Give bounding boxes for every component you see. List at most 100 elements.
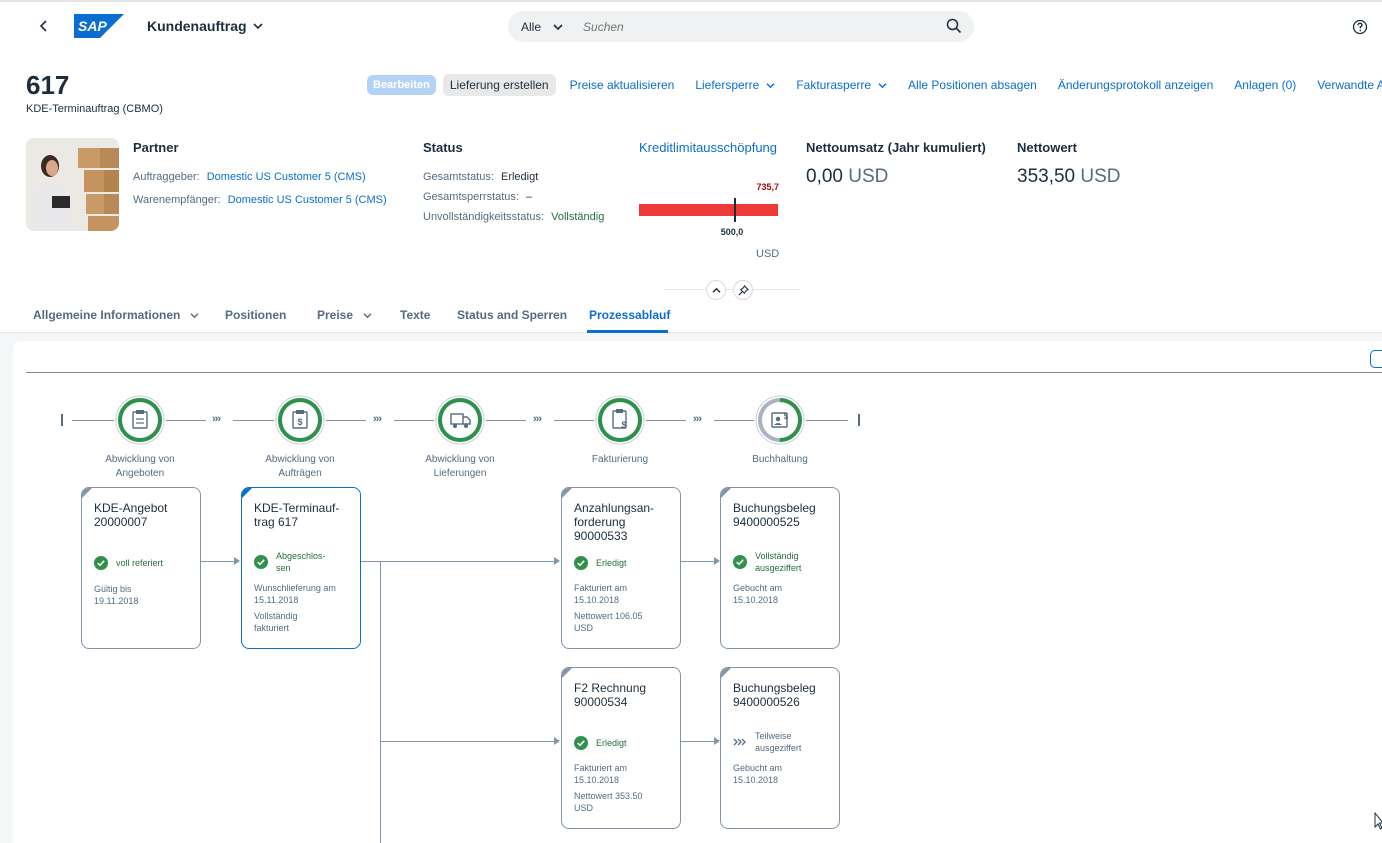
credit-target-marker <box>733 198 736 222</box>
process-node-invoice[interactable]: F2 Rechnung 90000534 Erledigt Fakturiert… <box>561 667 681 829</box>
edit-button[interactable]: Bearbeiten <box>367 75 436 95</box>
tab-process-flow[interactable]: Prozessablauf <box>589 308 670 322</box>
reject-all-items-button[interactable]: Alle Positionen absagen <box>908 78 1037 92</box>
process-node-downpayment-request[interactable]: Anzahlungsan- forderung 90000533 Erledig… <box>561 487 681 649</box>
page-subtitle: KDE-Terminauftrag (CBMO) <box>26 103 163 115</box>
create-delivery-button[interactable]: Lieferung erstellen <box>442 74 556 96</box>
collapse-header-button[interactable] <box>706 280 726 300</box>
node-title: KDE-Angebot 20000007 <box>94 501 194 529</box>
process-node-quotation[interactable]: KDE-Angebot 20000007 voll referiert Gült… <box>81 487 201 649</box>
lane-label-orders: Abwicklung von Aufträgen <box>240 453 360 481</box>
node-status-line: Teilweise <box>755 731 792 741</box>
tab-texts[interactable]: Texte <box>400 308 430 322</box>
node-title-line: 9400000525 <box>733 515 800 529</box>
node-connector <box>201 561 234 562</box>
node-title-line: Buchungsbeleg <box>733 681 816 695</box>
process-node-journal-entry-526[interactable]: Buchungsbeleg 9400000526 Teilweise ausge… <box>720 667 840 829</box>
node-detail-line: Wunschlieferung am <box>254 583 336 593</box>
node-detail-line: 19.11.2018 <box>94 596 139 606</box>
chevron-down-icon <box>766 82 775 88</box>
net-value-title: Nettowert <box>1017 140 1077 155</box>
attachments-button[interactable]: Anlagen (0) <box>1234 78 1296 92</box>
lane-connector <box>486 420 526 421</box>
zoom-button[interactable] <box>1370 350 1382 368</box>
tab-status-and-blocks[interactable]: Status and Sperren <box>457 308 567 322</box>
node-status-line: ausgeziffert <box>755 563 802 573</box>
search-input[interactable] <box>583 19 914 34</box>
attachments-label: Anlagen (0) <box>1234 78 1297 92</box>
tab-general-information[interactable]: Allgemeine Informationen <box>33 308 199 322</box>
node-corner <box>562 668 572 678</box>
sap-logo[interactable]: SAP <box>74 14 124 38</box>
related-apps-menu[interactable]: Verwandte Apps <box>1317 78 1382 92</box>
delivery-block-menu[interactable]: Liefersperre <box>695 78 775 92</box>
search-scope-select[interactable]: Alle <box>521 20 563 34</box>
chevron-down-icon <box>363 312 372 318</box>
change-log-button[interactable]: Änderungsprotokoll anzeigen <box>1058 78 1213 92</box>
page-title: 617 <box>26 70 70 100</box>
tab-items[interactable]: Positionen <box>225 308 286 322</box>
tab-general-information-label: Allgemeine Informationen <box>33 308 181 322</box>
process-node-order[interactable]: KDE-Terminauf- trag 617 Abgeschlos- sen … <box>241 487 361 649</box>
back-button[interactable] <box>32 14 56 38</box>
lane-connector <box>326 420 366 421</box>
accounting-icon[interactable]: $ <box>755 395 805 445</box>
header-divider <box>664 289 800 290</box>
update-prices-button[interactable]: Preise aktualisieren <box>570 78 675 92</box>
node-detail: Fakturiert am 15.10.2018 Nettowert 106.0… <box>574 582 678 634</box>
pin-header-button[interactable] <box>733 280 753 300</box>
pin-icon <box>738 284 749 295</box>
lane-label-line: Buchhaltung <box>752 454 808 465</box>
node-detail-line: USD <box>574 623 594 633</box>
search-field: Alle <box>508 11 974 42</box>
node-title-line: trag 617 <box>254 515 299 529</box>
credit-limit-link[interactable]: Kreditlimitausschöpfung <box>639 140 777 155</box>
node-detail-line: Nettowert 353.50 <box>574 791 643 801</box>
node-detail: Fakturiert am 15.10.2018 Nettowert 353.5… <box>574 762 678 814</box>
node-detail-line: 15.10.2018 <box>574 775 620 785</box>
node-detail-line: fakturiert <box>254 623 290 633</box>
success-icon <box>733 555 747 569</box>
node-status-line: Vollständig <box>755 551 799 561</box>
credit-unit: USD <box>756 248 780 260</box>
lane-label-deliveries: Abwicklung von Lieferungen <box>400 453 520 481</box>
lane-chevron-icon: ››› <box>693 413 702 425</box>
lane-label-quotations: Abwicklung von Angeboten <box>80 453 200 481</box>
success-icon <box>574 556 588 570</box>
quotation-icon[interactable] <box>115 395 165 445</box>
node-detail: Wunschlieferung am 15.11.2018 Vollständi… <box>254 582 358 634</box>
svg-text:SAP: SAP <box>78 18 107 34</box>
tab-prices[interactable]: Preise <box>317 308 372 322</box>
delivery-truck-icon[interactable] <box>435 395 485 445</box>
ship-to-link[interactable]: Domestic US Customer 5 (CMS) <box>228 194 387 206</box>
app-title-menu[interactable]: Kundenauftrag <box>147 18 263 34</box>
help-icon[interactable] <box>1352 19 1368 35</box>
success-icon <box>94 556 108 570</box>
tab-bar: Allgemeine Informationen Positionen Prei… <box>0 300 1382 333</box>
header-toolbar: Bearbeiten Lieferung erstellen Preise ak… <box>367 74 1382 96</box>
billing-block-menu[interactable]: Fakturasperre <box>796 78 887 92</box>
node-detail-line: Gebucht am <box>733 583 783 593</box>
node-detail-line: Fakturiert am <box>574 583 628 593</box>
sold-to-link[interactable]: Domestic US Customer 5 (CMS) <box>207 171 366 183</box>
lane-label-line: Abwicklung von <box>265 454 335 465</box>
incompletion-status-label: Unvollständigkeitsstatus: <box>423 211 545 223</box>
change-log-label: Änderungsprotokoll anzeigen <box>1057 78 1214 92</box>
lane-connector <box>806 420 848 421</box>
node-title: F2 Rechnung 90000534 <box>574 681 674 709</box>
delivery-block-label: Liefersperre <box>695 78 760 92</box>
node-title-line: forderung <box>574 515 626 529</box>
lane-label-line: Abwicklung von <box>105 454 175 465</box>
lane-label-line: Aufträgen <box>278 468 322 479</box>
invoice-icon[interactable]: $ <box>595 395 645 445</box>
sold-to-party: Auftraggeber: Domestic US Customer 5 (CM… <box>133 171 366 183</box>
search-icon[interactable] <box>946 18 962 34</box>
lane-connector <box>166 420 206 421</box>
order-icon[interactable]: $ <box>275 395 325 445</box>
process-node-journal-entry-525[interactable]: Buchungsbeleg 9400000525 Vollständig aus… <box>720 487 840 649</box>
node-status-text: voll referiert <box>116 558 164 568</box>
app-title: Kundenauftrag <box>147 18 247 34</box>
sold-to-label: Auftraggeber: <box>133 171 200 183</box>
node-status-text: Teilweise ausgeziffert <box>755 730 801 754</box>
node-title-line: 20000007 <box>94 515 148 529</box>
